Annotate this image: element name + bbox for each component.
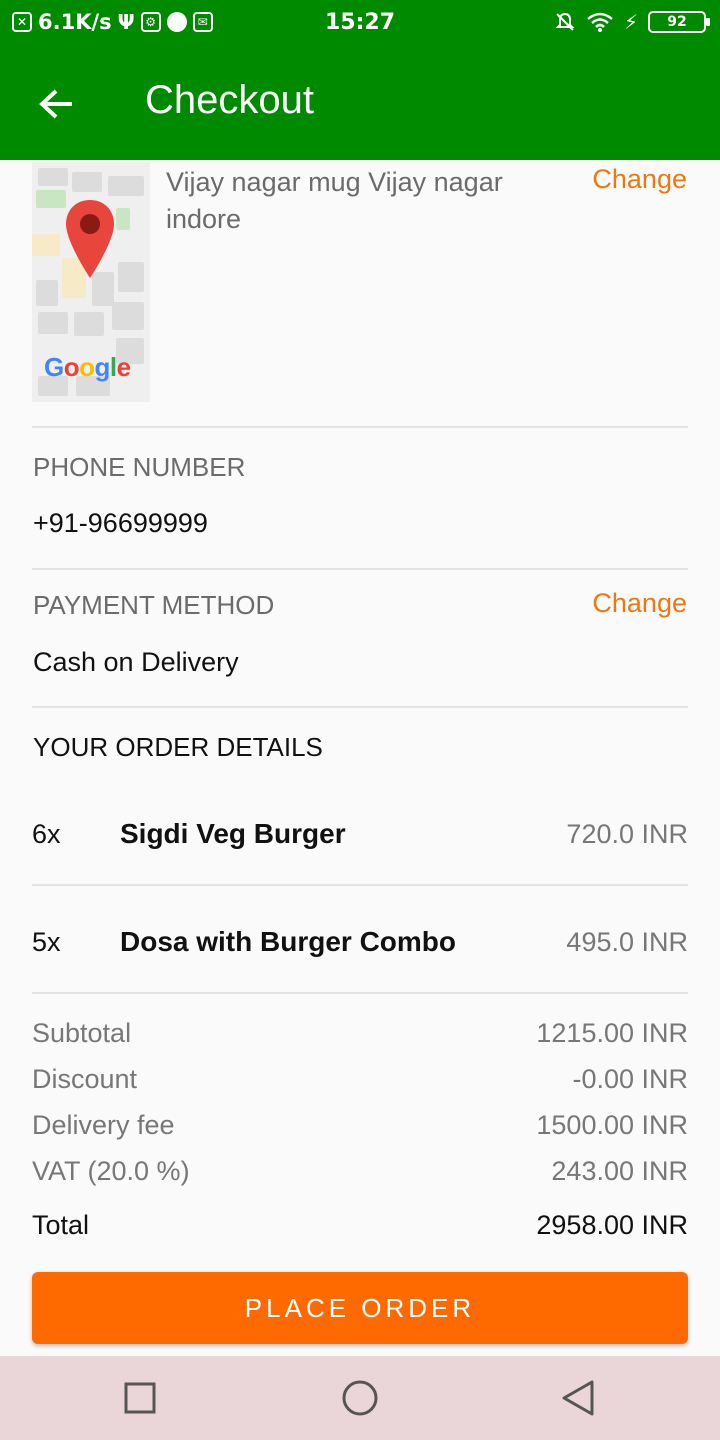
delivery-fee-value: 1500.00 INR bbox=[536, 1110, 688, 1140]
battery-icon: 92 bbox=[648, 11, 710, 33]
app-bar: Checkout bbox=[0, 48, 720, 160]
google-logo: Google bbox=[44, 352, 131, 382]
delivery-fee-row: Delivery fee 1500.00 INR bbox=[32, 1110, 688, 1141]
system-nav-bar bbox=[0, 1356, 720, 1440]
item-name: Dosa with Burger Combo bbox=[120, 926, 457, 957]
total-label: Total bbox=[32, 1210, 90, 1240]
wifi-icon bbox=[587, 12, 613, 32]
map-block bbox=[38, 312, 68, 334]
back-triangle-icon[interactable] bbox=[556, 1376, 600, 1420]
map-block bbox=[32, 234, 60, 256]
divider bbox=[32, 426, 688, 428]
discount-label: Discount bbox=[32, 1064, 138, 1094]
order-item: 5x Dosa with Burger Combo 495.0 INR bbox=[32, 912, 688, 972]
phone-value: +91-96699999 bbox=[33, 508, 208, 538]
home-circle-icon[interactable] bbox=[338, 1376, 382, 1420]
delivery-fee-label: Delivery fee bbox=[32, 1110, 175, 1140]
vat-value: 243.00 INR bbox=[551, 1156, 688, 1186]
map-block bbox=[38, 168, 68, 186]
map-block bbox=[74, 312, 104, 336]
map-park bbox=[116, 208, 130, 230]
phone-label: PHONE NUMBER bbox=[33, 452, 246, 482]
vat-label: VAT (20.0 %) bbox=[32, 1156, 190, 1186]
address-map[interactable]: Google bbox=[32, 162, 150, 402]
map-block bbox=[112, 302, 144, 330]
item-name: Sigdi Veg Burger bbox=[120, 818, 346, 849]
payment-label: PAYMENT METHOD bbox=[33, 590, 275, 620]
recents-square-icon[interactable] bbox=[118, 1376, 162, 1420]
back-button[interactable] bbox=[30, 78, 82, 130]
order-details-heading: YOUR ORDER DETAILS bbox=[33, 732, 323, 762]
vat-row: VAT (20.0 %) 243.00 INR bbox=[32, 1156, 688, 1187]
mute-bell-icon bbox=[555, 12, 575, 31]
divider bbox=[32, 706, 688, 708]
map-block bbox=[108, 176, 144, 196]
page-title: Checkout bbox=[145, 78, 314, 122]
order-item: 6x Sigdi Veg Burger 720.0 INR bbox=[32, 804, 688, 864]
subtotal-row: Subtotal 1215.00 INR bbox=[32, 1018, 688, 1049]
status-right: ⚡ 92 bbox=[554, 10, 710, 34]
status-bar: ✕ 6.1K/s Ψ ⚙ ✉ 15:27 ⚡ 92 bbox=[0, 0, 720, 48]
map-park bbox=[36, 190, 66, 208]
discount-value: -0.00 INR bbox=[572, 1064, 688, 1094]
item-quantity: 5x bbox=[32, 926, 61, 957]
delivery-address: Vijay nagar mug Vijay nagar indore bbox=[166, 167, 503, 234]
arrow-left-icon bbox=[39, 89, 72, 119]
map-block bbox=[72, 172, 102, 192]
divider bbox=[32, 992, 688, 994]
place-order-button[interactable]: PLACE ORDER bbox=[32, 1272, 688, 1344]
subtotal-label: Subtotal bbox=[32, 1018, 132, 1048]
map-block bbox=[118, 262, 144, 292]
map-block bbox=[36, 280, 58, 306]
discount-row: Discount -0.00 INR bbox=[32, 1064, 688, 1095]
subtotal-value: 1215.00 INR bbox=[536, 1018, 688, 1048]
change-payment-link[interactable]: Change bbox=[592, 588, 687, 619]
divider bbox=[32, 884, 688, 886]
item-quantity: 6x bbox=[32, 818, 61, 849]
item-price: 720.0 INR bbox=[566, 818, 688, 849]
change-address-link[interactable]: Change bbox=[592, 164, 687, 195]
payment-value: Cash on Delivery bbox=[33, 647, 239, 677]
charging-icon: ⚡ bbox=[623, 10, 638, 34]
total-row: Total 2958.00 INR bbox=[32, 1210, 688, 1241]
divider bbox=[32, 568, 688, 570]
map-pin-icon bbox=[66, 200, 114, 278]
total-value: 2958.00 INR bbox=[536, 1210, 688, 1240]
item-price: 495.0 INR bbox=[566, 926, 688, 957]
